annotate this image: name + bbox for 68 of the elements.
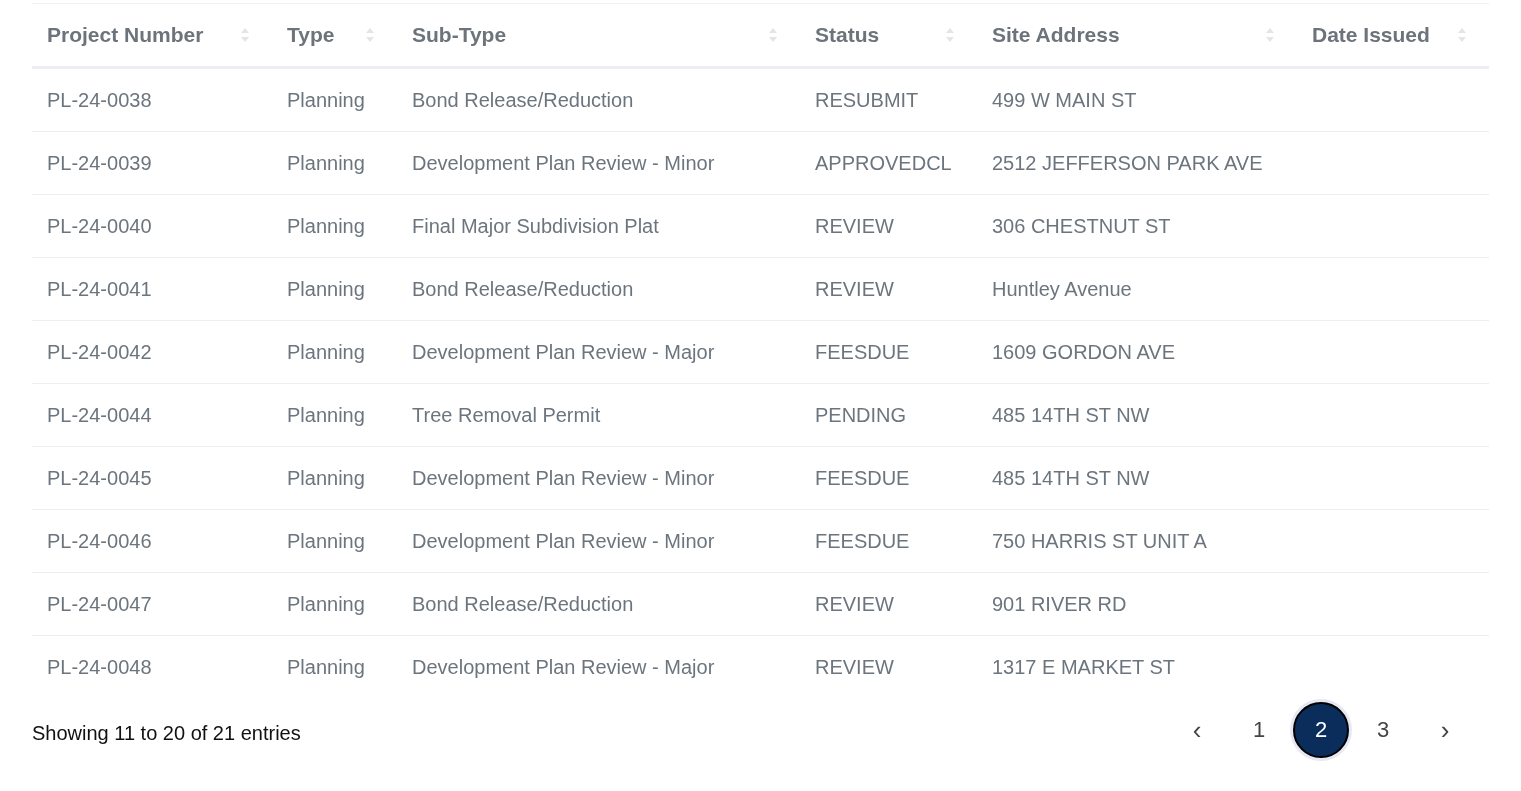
column-header[interactable]: Type — [287, 23, 335, 47]
page-button[interactable]: 2 — [1293, 702, 1349, 758]
table-cell: PL-24-0040 — [47, 214, 152, 237]
table-cell: Development Plan Review - Minor — [412, 466, 715, 489]
table-cell: 2512 JEFFERSON PARK AVE — [992, 151, 1263, 174]
column-header[interactable]: Project Number — [47, 23, 204, 47]
table-cell: Planning — [287, 403, 365, 426]
sort-icon[interactable] — [769, 28, 777, 42]
table-cell: PL-24-0046 — [47, 529, 152, 552]
table-cell: Bond Release/Reduction — [412, 88, 634, 111]
table-cell: PL-24-0042 — [47, 340, 152, 363]
table-cell: PENDING — [815, 403, 907, 426]
table-cell: 306 CHESTNUT ST — [992, 214, 1171, 237]
previous-page-button[interactable]: ‹ — [1169, 702, 1225, 758]
table-cell: Tree Removal Permit — [412, 403, 601, 426]
table-cell: 750 HARRIS ST UNIT A — [992, 529, 1207, 552]
table-cell: Final Major Subdivision Plat — [412, 214, 659, 237]
column-header[interactable]: Site Address — [992, 23, 1120, 47]
table-cell: FEESDUE — [815, 340, 910, 363]
table-cell: Development Plan Review - Minor — [412, 529, 715, 552]
table-cell: Planning — [287, 88, 365, 111]
sort-icon[interactable] — [366, 28, 374, 42]
table-cell: Planning — [287, 151, 365, 174]
table-cell: PL-24-0038 — [47, 88, 152, 111]
table-cell: Huntley Avenue — [992, 277, 1132, 300]
table-cell: PL-24-0039 — [47, 151, 152, 174]
table-cell: REVIEW — [815, 277, 894, 300]
table-cell: FEESDUE — [815, 529, 910, 552]
table-cell: 499 W MAIN ST — [992, 88, 1137, 111]
table-cell: PL-24-0047 — [47, 592, 152, 615]
sort-icon[interactable] — [241, 28, 249, 42]
sort-icon[interactable] — [1458, 28, 1466, 42]
column-header[interactable]: Status — [815, 23, 880, 47]
table-cell: PL-24-0045 — [47, 466, 152, 489]
table-cell: REVIEW — [815, 655, 894, 678]
next-page-button[interactable]: › — [1417, 702, 1473, 758]
table-cell: 485 14TH ST NW — [992, 403, 1150, 426]
column-header[interactable]: Date Issued — [1312, 23, 1430, 47]
table-cell: Planning — [287, 466, 365, 489]
table-cell: Planning — [287, 277, 365, 300]
table-cell: Bond Release/Reduction — [412, 592, 634, 615]
table-cell: Planning — [287, 592, 365, 615]
table-cell: Development Plan Review - Minor — [412, 151, 715, 174]
table-cell: Planning — [287, 529, 365, 552]
page-button[interactable]: 3 — [1355, 702, 1411, 758]
sort-icon[interactable] — [946, 28, 954, 42]
table-cell: PL-24-0048 — [47, 655, 152, 678]
table-cell: 1609 GORDON AVE — [992, 340, 1176, 363]
table-cell: Planning — [287, 655, 365, 678]
table-cell: REVIEW — [815, 214, 894, 237]
table-cell: RESUBMIT — [815, 88, 919, 111]
table-cell: Development Plan Review - Major — [412, 340, 715, 363]
column-header[interactable]: Sub-Type — [412, 23, 507, 47]
table-cell: Bond Release/Reduction — [412, 277, 634, 300]
table-cell: PL-24-0041 — [47, 277, 152, 300]
table-cell: Planning — [287, 340, 365, 363]
table-cell: PL-24-0044 — [47, 403, 152, 426]
table-cell: 1317 E MARKET ST — [992, 655, 1176, 678]
table-cell: APPROVEDCL — [815, 151, 952, 174]
table-cell: Planning — [287, 214, 365, 237]
table-cell: Development Plan Review - Major — [412, 655, 715, 678]
sort-icon[interactable] — [1266, 28, 1274, 42]
table-cell: REVIEW — [815, 592, 894, 615]
table-cell: 485 14TH ST NW — [992, 466, 1150, 489]
table-cell: FEESDUE — [815, 466, 910, 489]
table-cell: 901 RIVER RD — [992, 592, 1127, 615]
entries-info: Showing 11 to 20 of 21 entries — [32, 721, 301, 745]
page-button[interactable]: 1 — [1231, 702, 1287, 758]
